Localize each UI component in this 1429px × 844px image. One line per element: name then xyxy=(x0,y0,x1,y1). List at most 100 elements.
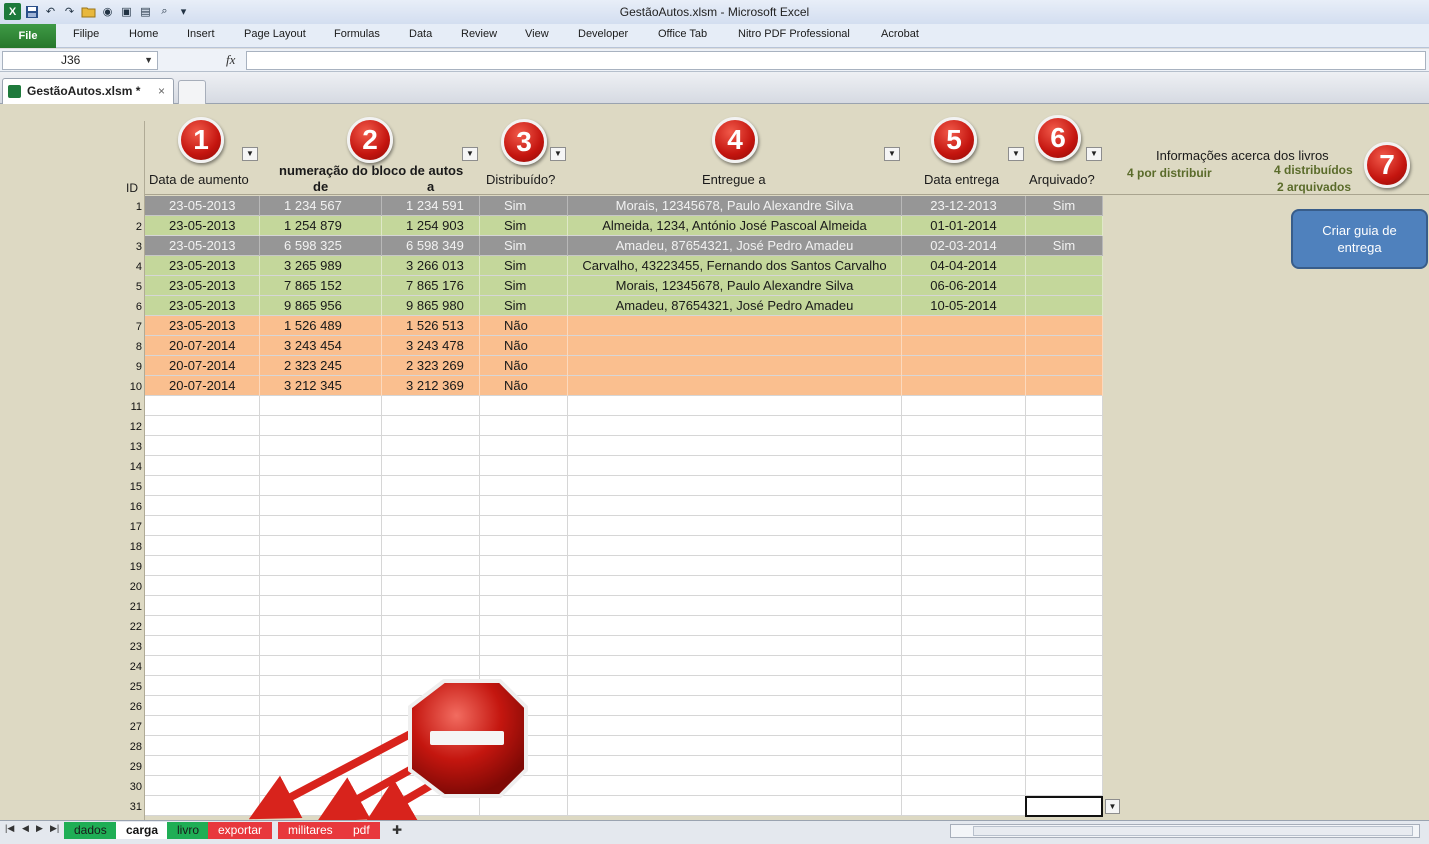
empty-cell[interactable] xyxy=(568,436,902,456)
cell-arquivado[interactable] xyxy=(1026,296,1103,316)
tab-page-layout[interactable]: Page Layout xyxy=(244,28,306,40)
zoom-icon[interactable]: ⌕ xyxy=(156,3,173,20)
chevron-down-icon[interactable]: ▼ xyxy=(144,52,153,69)
empty-cell[interactable] xyxy=(480,496,568,516)
filter-dropdown-distribuido[interactable]: ▼ xyxy=(550,147,566,161)
table-row[interactable]: 20-07-2014 3 212 345 3 212 369 Não xyxy=(145,376,1103,396)
tab-insert[interactable]: Insert xyxy=(187,28,215,40)
empty-cell[interactable] xyxy=(1026,396,1103,416)
empty-cell[interactable] xyxy=(260,716,382,736)
row-number[interactable]: 30 xyxy=(20,777,142,797)
print-icon[interactable]: ▣ xyxy=(118,3,135,20)
cell-data-entrega[interactable]: 02-03-2014 xyxy=(902,236,1026,256)
empty-cell[interactable] xyxy=(480,736,568,756)
empty-cell[interactable] xyxy=(260,556,382,576)
cell-data-aumento[interactable]: 23-05-2013 xyxy=(145,236,260,256)
empty-cell[interactable] xyxy=(902,436,1026,456)
empty-cell[interactable] xyxy=(145,536,260,556)
empty-cell[interactable] xyxy=(902,476,1026,496)
empty-cell[interactable] xyxy=(902,656,1026,676)
table-row[interactable] xyxy=(145,756,1103,776)
table-row[interactable]: 23-05-2013 6 598 325 6 598 349 Sim Amadeu, 8… xyxy=(145,236,1103,256)
cell-distribuido[interactable]: Sim xyxy=(480,296,568,316)
empty-cell[interactable] xyxy=(1026,516,1103,536)
table-row[interactable] xyxy=(145,576,1103,596)
cell-numero-de[interactable]: 9 865 956 xyxy=(260,296,382,316)
empty-cell[interactable] xyxy=(480,756,568,776)
empty-cell[interactable] xyxy=(902,396,1026,416)
first-sheet-icon[interactable]: |◀ xyxy=(5,823,14,834)
empty-cell[interactable] xyxy=(382,476,480,496)
table-row[interactable]: 23-05-2013 3 265 989 3 266 013 Sim Carvalho,… xyxy=(145,256,1103,276)
empty-cell[interactable] xyxy=(145,796,260,816)
cell-distribuido[interactable]: Não xyxy=(480,336,568,356)
cell-data-entrega[interactable] xyxy=(902,376,1026,396)
cell-distribuido[interactable]: Não xyxy=(480,356,568,376)
empty-cell[interactable] xyxy=(382,396,480,416)
criar-guia-entrega-button[interactable]: Criar guia de entrega xyxy=(1291,209,1428,269)
empty-cell[interactable] xyxy=(260,696,382,716)
empty-cell[interactable] xyxy=(382,536,480,556)
prev-sheet-icon[interactable]: ◀ xyxy=(22,823,29,834)
tab-data[interactable]: Data xyxy=(409,28,432,40)
tab-view[interactable]: View xyxy=(525,28,549,40)
cell-data-aumento[interactable]: 23-05-2013 xyxy=(145,276,260,296)
empty-cell[interactable] xyxy=(902,636,1026,656)
empty-cell[interactable] xyxy=(902,716,1026,736)
empty-cell[interactable] xyxy=(568,716,902,736)
empty-cell[interactable] xyxy=(382,576,480,596)
cell-data-entrega[interactable]: 06-06-2014 xyxy=(902,276,1026,296)
empty-cell[interactable] xyxy=(902,776,1026,796)
empty-cell[interactable] xyxy=(382,616,480,636)
empty-cell[interactable] xyxy=(260,776,382,796)
empty-cell[interactable] xyxy=(382,676,480,696)
cell-numero-a[interactable]: 1 234 591 xyxy=(382,196,480,216)
table-row[interactable] xyxy=(145,536,1103,556)
row-number[interactable]: 21 xyxy=(20,597,142,617)
cell-numero-de[interactable]: 2 323 245 xyxy=(260,356,382,376)
cell-arquivado[interactable] xyxy=(1026,356,1103,376)
empty-cell[interactable] xyxy=(568,596,902,616)
row-number[interactable]: 26 xyxy=(20,697,142,717)
empty-cell[interactable] xyxy=(480,776,568,796)
cell-entregue[interactable] xyxy=(568,376,902,396)
cell-distribuido[interactable]: Sim xyxy=(480,256,568,276)
empty-cell[interactable] xyxy=(1026,596,1103,616)
row-number[interactable]: 6 xyxy=(20,297,142,317)
table-row[interactable] xyxy=(145,716,1103,736)
cell-entregue[interactable] xyxy=(568,356,902,376)
preview-icon[interactable]: ◉ xyxy=(99,3,116,20)
table-row[interactable] xyxy=(145,496,1103,516)
tab-developer[interactable]: Developer xyxy=(578,28,628,40)
empty-cell[interactable] xyxy=(1026,656,1103,676)
empty-cell[interactable] xyxy=(902,556,1026,576)
empty-cell[interactable] xyxy=(1026,636,1103,656)
cell-arquivado[interactable] xyxy=(1026,256,1103,276)
cell-numero-de[interactable]: 3 265 989 xyxy=(260,256,382,276)
empty-cell[interactable] xyxy=(145,476,260,496)
open-folder-icon[interactable] xyxy=(80,3,97,20)
table-row[interactable] xyxy=(145,736,1103,756)
row-number[interactable]: 1 xyxy=(20,197,142,217)
cell-entregue[interactable]: Amadeu, 87654321, José Pedro Amadeu xyxy=(568,236,902,256)
cell-entregue[interactable]: Morais, 12345678, Paulo Alexandre Silva xyxy=(568,196,902,216)
empty-cell[interactable] xyxy=(480,716,568,736)
undo-icon[interactable]: ↶ xyxy=(42,3,59,20)
cell-arquivado[interactable] xyxy=(1026,276,1103,296)
empty-cell[interactable] xyxy=(1026,556,1103,576)
row-number[interactable]: 14 xyxy=(20,457,142,477)
empty-cell[interactable] xyxy=(260,676,382,696)
document-tab[interactable]: GestãoAutos.xlsm * × xyxy=(2,78,174,104)
sheet-tab-exportar[interactable]: exportar xyxy=(208,822,273,839)
row-number[interactable]: 12 xyxy=(20,417,142,437)
tab-home[interactable]: Home xyxy=(129,28,158,40)
cell-numero-de[interactable]: 3 243 454 xyxy=(260,336,382,356)
cell-distribuido[interactable]: Sim xyxy=(480,236,568,256)
close-icon[interactable]: × xyxy=(158,79,165,103)
empty-cell[interactable] xyxy=(145,776,260,796)
cell-numero-de[interactable]: 6 598 325 xyxy=(260,236,382,256)
row-number[interactable]: 31 xyxy=(20,797,142,817)
cell-data-entrega[interactable]: 04-04-2014 xyxy=(902,256,1026,276)
empty-cell[interactable] xyxy=(260,496,382,516)
cell-data-aumento[interactable]: 20-07-2014 xyxy=(145,356,260,376)
